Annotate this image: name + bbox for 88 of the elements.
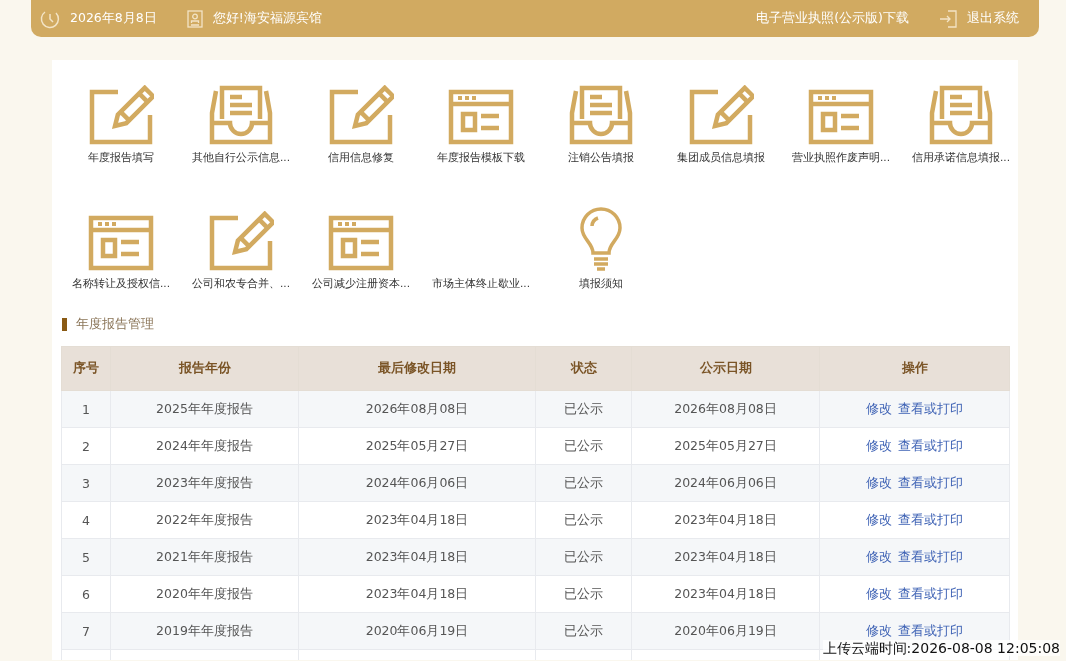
table-cell: 2023年年度报告 [110, 464, 299, 502]
edit-icon [88, 85, 154, 145]
column-header: 状态 [535, 346, 632, 391]
table-cell: 2024年06月06日 [631, 464, 820, 502]
action-link[interactable]: 查看或打印 [898, 511, 963, 527]
action-link[interactable]: 查看或打印 [898, 548, 963, 564]
date-text: 2026年8月8日 [70, 10, 157, 27]
edit-icon [328, 85, 394, 145]
table-cell: 2022年年度报告 [110, 501, 299, 539]
table-cell: 3 [61, 464, 111, 502]
table-cell: 1 [61, 390, 111, 428]
table-cell: 2025年年度报告 [110, 390, 299, 428]
shortcut-label[interactable]: 集团成员信息填报 [677, 151, 765, 165]
shortcut-label[interactable]: 信用信息修复 [328, 151, 394, 165]
action-link[interactable]: 查看或打印 [898, 437, 963, 453]
table-cell: 6 [61, 575, 111, 613]
edit-icon [208, 211, 274, 271]
table-cell: 2023年04月18日 [631, 501, 820, 539]
table-cell: 2023年04月18日 [298, 575, 536, 613]
shortcut-label[interactable]: 年度报告模板下载 [437, 151, 525, 165]
table-cell: 已公示 [535, 612, 632, 650]
table-cell: 2023年04月18日 [298, 538, 536, 576]
table-cell: 2024年06月06日 [298, 464, 536, 502]
table-cell: 2026年08月08日 [631, 390, 820, 428]
action-link[interactable]: 查看或打印 [898, 622, 963, 638]
logout-icon [939, 9, 957, 28]
table-cell: 2023年04月18日 [298, 501, 536, 539]
greeting-text: 您好!海安福源宾馆 [212, 10, 322, 27]
web-form-icon [808, 89, 874, 145]
table-cell: 已公示 [535, 464, 632, 502]
table-cell: 2025年05月27日 [298, 427, 536, 465]
shortcut-label[interactable]: 信用承诺信息填报... [912, 151, 1010, 165]
clock-icon [40, 8, 60, 29]
web-form-icon [88, 215, 154, 271]
edit-icon [688, 85, 754, 145]
action-link[interactable]: 查看或打印 [898, 400, 963, 416]
action-link[interactable]: 修改 [866, 622, 892, 638]
action-link[interactable]: 修改 [866, 585, 892, 601]
upload-timestamp: 上传云端时间:2026-08-08 12:05:08 [822, 640, 1060, 656]
table-cell: 2024年年度报告 [110, 427, 299, 465]
shortcut-label[interactable]: 名称转让及授权信... [72, 277, 170, 291]
table-cell: 5 [61, 538, 111, 576]
table-cell: 2020年06月19日 [298, 612, 536, 650]
action-link[interactable]: 修改 [866, 511, 892, 527]
table-cell: 已公示 [535, 501, 632, 539]
shortcut-label[interactable]: 年度报告填写 [88, 151, 154, 165]
action-link[interactable]: 查看或打印 [898, 585, 963, 601]
table-cell: 2021年年度报告 [110, 538, 299, 576]
column-header: 最后修改日期 [298, 346, 536, 391]
user-icon [186, 9, 203, 28]
table-cell: 2023年04月18日 [631, 538, 820, 576]
table-cell: 4 [61, 501, 111, 539]
table-cell: 2023年04月18日 [631, 575, 820, 613]
web-form-icon [328, 215, 394, 271]
column-header: 操作 [819, 346, 1010, 391]
section-marker [62, 317, 67, 331]
table-cell: 2025年05月27日 [631, 427, 820, 465]
lightbulb-icon [578, 207, 624, 271]
action-link[interactable]: 修改 [866, 548, 892, 564]
shortcut-label[interactable]: 填报须知 [579, 277, 623, 291]
inbox-icon [208, 85, 274, 145]
table-cell: 已公示 [535, 427, 632, 465]
action-link[interactable]: 修改 [866, 400, 892, 416]
shortcut-label[interactable]: 营业执照作废声明... [792, 151, 890, 165]
action-link[interactable]: 查看或打印 [898, 474, 963, 490]
shortcut-label[interactable]: 公司减少注册资本... [312, 277, 410, 291]
shortcut-label[interactable]: 其他自行公示信息... [192, 151, 290, 165]
table-cell: 2 [61, 427, 111, 465]
table-cell: 7 [61, 612, 111, 650]
shortcut-label[interactable]: 注销公告填报 [568, 151, 634, 165]
table-cell: 2020年06月19日 [631, 612, 820, 650]
action-link[interactable]: 修改 [866, 437, 892, 453]
column-header: 公示日期 [631, 346, 820, 391]
table-cell: 2020年年度报告 [110, 575, 299, 613]
shortcut-label[interactable]: 市场主体终止歇业... [432, 277, 530, 291]
table-cell: 已公示 [535, 538, 632, 576]
inbox-icon [568, 85, 634, 145]
section-title: 年度报告管理 [76, 315, 154, 333]
column-header: 序号 [61, 346, 111, 391]
shortcut-label[interactable]: 公司和农专合并、... [192, 277, 290, 291]
action-link[interactable]: 修改 [866, 474, 892, 490]
web-form-icon [448, 89, 514, 145]
inbox-icon [928, 85, 994, 145]
table-cell: 2026年08月08日 [298, 390, 536, 428]
column-header: 报告年份 [110, 346, 299, 391]
table-cell: 已公示 [535, 575, 632, 613]
table-cell: 已公示 [535, 390, 632, 428]
table-cell: 2019年年度报告 [110, 612, 299, 650]
